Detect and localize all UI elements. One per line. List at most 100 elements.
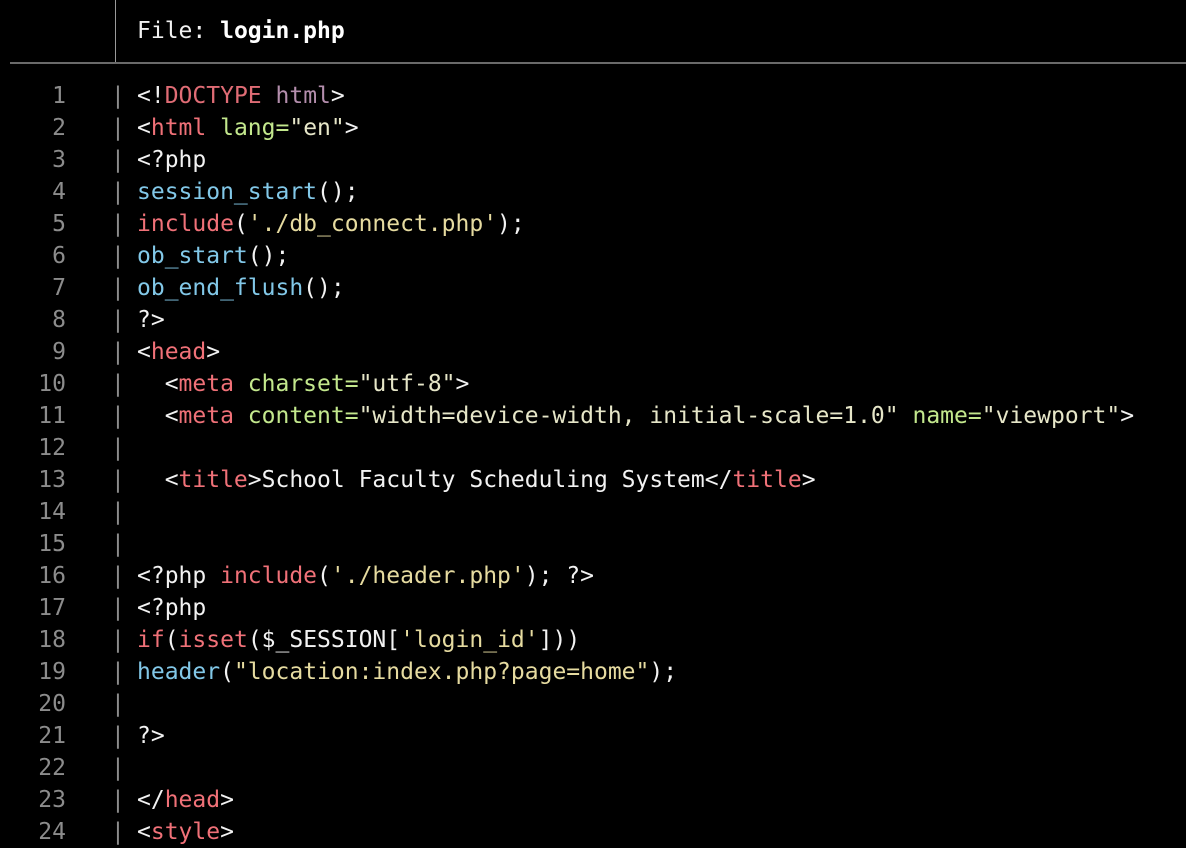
- code-text: <meta content="width=device-width, initi…: [137, 400, 1134, 432]
- code-text: include('./db_connect.php');: [137, 208, 525, 240]
- code-token: </: [137, 787, 165, 813]
- code-token: );: [649, 659, 678, 685]
- code-token: <: [137, 467, 179, 493]
- code-token: (: [220, 659, 234, 685]
- code-line: 5 | include('./db_connect.php');: [0, 208, 1186, 240]
- code-text: <title>School Faculty Scheduling System<…: [137, 464, 816, 496]
- code-text: header("location:index.php?page=home");: [137, 656, 677, 688]
- code-token: >: [220, 819, 234, 845]
- line-number: 21: [38, 723, 66, 749]
- code-token: session_start: [137, 179, 318, 205]
- gutter-divider: |: [111, 627, 125, 653]
- code-line: 3 | <?php: [0, 144, 1186, 176]
- line-number: 12: [38, 435, 66, 461]
- code-text: </head>: [137, 784, 234, 816]
- code-token: title: [178, 467, 248, 493]
- code-token: <: [137, 115, 151, 141]
- line-number: 14: [38, 499, 66, 525]
- gutter-divider: |: [111, 659, 125, 685]
- code-token: title: [732, 467, 802, 493]
- code-line: 4 | session_start();: [0, 176, 1186, 208]
- code-token: head: [150, 339, 207, 365]
- code-token: <?php: [137, 595, 207, 621]
- gutter-divider: |: [111, 83, 125, 109]
- code-token: ])): [538, 627, 581, 653]
- code-line: 17 | <?php: [0, 592, 1186, 624]
- code-token: ($_SESSION[: [247, 627, 401, 653]
- code-token: include: [220, 563, 318, 589]
- gutter-divider: |: [111, 403, 125, 429]
- line-number: 10: [38, 371, 66, 397]
- line-number: 2: [52, 115, 66, 141]
- code-token: './header.php': [330, 563, 525, 589]
- gutter-divider: |: [111, 787, 125, 813]
- code-token: ?>: [137, 723, 165, 749]
- code-text: <?php: [137, 144, 206, 176]
- code-token: header: [137, 659, 221, 685]
- code-line: 8 | ?>: [0, 304, 1186, 336]
- code-token: >: [344, 115, 359, 141]
- code-token: meta: [178, 403, 234, 429]
- gutter-divider: |: [111, 243, 125, 269]
- code-token: >: [1120, 403, 1135, 429]
- gutter-divider: |: [111, 691, 125, 717]
- code-token: <: [137, 403, 179, 429]
- code-text: ?>: [137, 720, 165, 752]
- code-viewer: File: login.php 1 | <!DOCTYPE html> 2 | <html…: [0, 0, 1186, 845]
- code-token: if: [137, 627, 165, 653]
- line-number: 16: [38, 563, 66, 589]
- code-token: <?php: [137, 147, 207, 173]
- line-number: 4: [52, 179, 66, 205]
- code-token: include: [137, 211, 234, 237]
- code-text: <meta charset="utf-8">: [137, 368, 470, 400]
- line-number: 13: [38, 467, 66, 493]
- code-token: (: [317, 563, 331, 589]
- line-number: 22: [38, 755, 66, 781]
- code-line: 24 | <style>: [0, 816, 1186, 848]
- code-token: <!: [137, 83, 165, 109]
- code-text: if(isset($_SESSION['login_id'])): [137, 624, 580, 656]
- code-line: 1 | <!DOCTYPE html>: [0, 80, 1186, 112]
- code-token: DOCTYPE: [164, 83, 262, 109]
- code-token: <: [137, 819, 151, 845]
- code-token: './db_connect.php': [247, 211, 498, 237]
- code-line: 23 | </head>: [0, 784, 1186, 816]
- gutter-divider: |: [111, 467, 125, 493]
- code-line: 12 |: [0, 432, 1186, 464]
- line-number: 15: [38, 531, 66, 557]
- line-number: 5: [52, 211, 66, 237]
- code-line: 11 | <meta content="width=device-width, i…: [0, 400, 1186, 432]
- code-text: <!DOCTYPE html>: [137, 80, 345, 112]
- gutter-divider: |: [111, 595, 125, 621]
- line-number: 24: [38, 819, 66, 845]
- line-number: 17: [38, 595, 66, 621]
- line-number: 23: [38, 787, 66, 813]
- code-token: (: [164, 627, 179, 653]
- gutter-divider: |: [111, 755, 125, 781]
- code-token: <?php: [137, 563, 221, 589]
- code-token: >School Faculty Scheduling System</: [247, 467, 733, 493]
- gutter-divider: |: [111, 723, 125, 749]
- code-text: <style>: [137, 816, 234, 848]
- code-token: <: [137, 339, 151, 365]
- code-line: 2 | <html lang="en">: [0, 112, 1186, 144]
- gutter-divider: |: [111, 211, 125, 237]
- code-token: ();: [303, 275, 345, 301]
- code-token: charset=: [247, 371, 359, 397]
- code-text: ob_start();: [137, 240, 289, 272]
- code-line: 13 | <title>School Faculty Scheduling Sys…: [0, 464, 1186, 496]
- code-line: 15 |: [0, 528, 1186, 560]
- header-divider: [10, 62, 1186, 64]
- code-token: html: [150, 115, 207, 141]
- code-token: (: [233, 211, 248, 237]
- code-line: 14 |: [0, 496, 1186, 528]
- line-number: 6: [52, 243, 66, 269]
- file-header: File: login.php: [0, 0, 1186, 64]
- gutter-divider: |: [111, 371, 125, 397]
- code-line: 21 | ?>: [0, 720, 1186, 752]
- code-line: 20 |: [0, 688, 1186, 720]
